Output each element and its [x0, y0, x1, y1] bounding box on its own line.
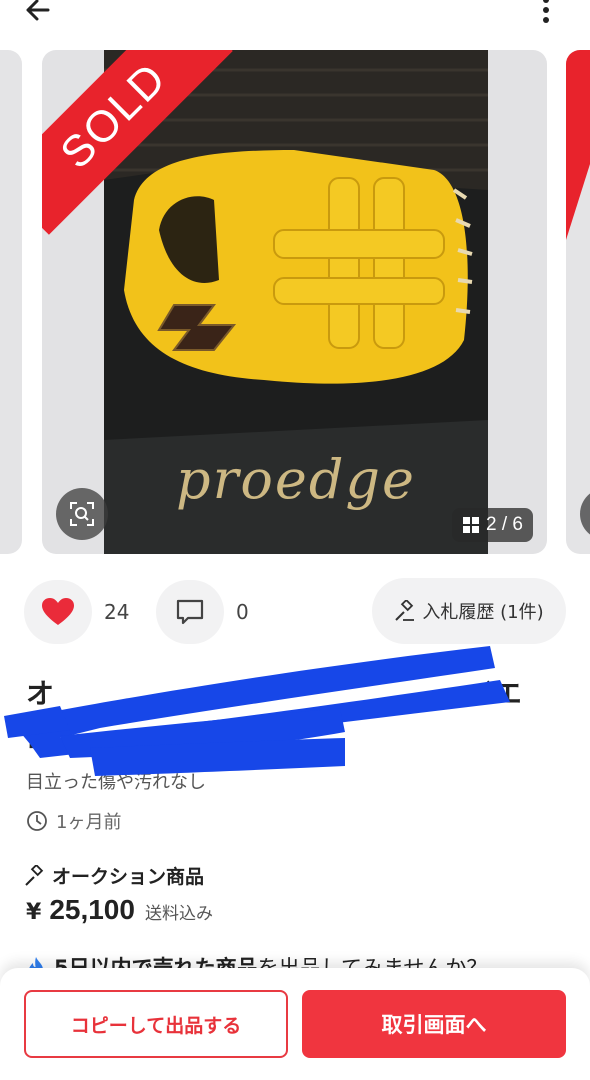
current-slide[interactable]: proedge SOLD 2 / 6 — [42, 50, 547, 554]
posted-time: 1ヶ月前 — [56, 812, 122, 833]
bid-history-label: 入札履歴 (1件) — [422, 602, 544, 623]
arrow-left-icon — [26, 0, 50, 21]
more-options-button[interactable] — [536, 0, 556, 26]
posted-time-row: 1ヶ月前 — [26, 808, 121, 834]
shipping-note: 送料込み — [144, 904, 213, 924]
back-button[interactable] — [20, 0, 56, 28]
price-row: ¥ 25,100 送料込み — [26, 894, 213, 926]
more-vertical-icon — [543, 0, 549, 23]
previous-slide[interactable] — [0, 50, 22, 554]
page-indicator: 2 / 6 — [452, 508, 533, 542]
price-value: 25,100 — [49, 894, 135, 925]
bottom-action-bar: コピーして出品する 取引画面へ — [0, 968, 590, 1080]
top-bar — [0, 0, 590, 40]
image-search-icon — [70, 502, 94, 526]
copy-and-list-button[interactable]: コピーして出品する — [24, 990, 288, 1058]
sold-ribbon-partial — [566, 50, 590, 240]
image-search-button[interactable] — [56, 488, 108, 540]
sold-label: SOLD — [51, 53, 177, 179]
next-slide[interactable] — [566, 50, 590, 554]
comment-count: 0 — [236, 600, 249, 624]
grid-icon — [463, 517, 479, 533]
image-carousel[interactable]: proedge SOLD 2 / 6 — [0, 50, 590, 554]
gavel-icon — [25, 864, 44, 886]
brand-print: proedge — [176, 448, 416, 511]
auction-label-row: オークション商品 — [24, 862, 204, 889]
gavel-icon — [395, 600, 415, 621]
trade-screen-button[interactable]: 取引画面へ — [302, 990, 566, 1058]
sold-ribbon: SOLD — [42, 50, 242, 250]
comment-icon — [176, 599, 204, 625]
clock-icon — [27, 811, 47, 831]
zoom-icon — [580, 488, 590, 540]
auction-label: オークション商品 — [52, 866, 205, 888]
like-count: 24 — [104, 600, 130, 624]
heart-icon — [42, 598, 74, 625]
redaction-scribble — [4, 646, 510, 776]
price-currency: ¥ — [26, 900, 42, 925]
page-indicator-text: 2 / 6 — [486, 514, 523, 535]
